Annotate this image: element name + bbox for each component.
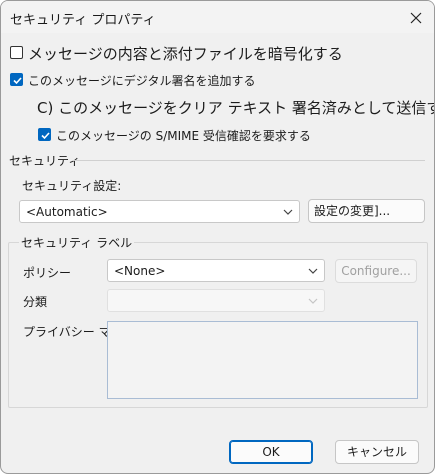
classification-dropdown[interactable] [107, 289, 325, 312]
section-divider [73, 160, 425, 161]
configure-button[interactable]: Configure... [335, 259, 417, 283]
policy-label: ポリシー [23, 266, 72, 280]
dialog-title: セキュリティ プロパティ [10, 13, 156, 28]
close-button[interactable] [404, 6, 428, 30]
encrypt-checkbox[interactable] [10, 46, 23, 59]
security-setting-value: <Automatic> [26, 205, 108, 219]
chevron-down-icon [308, 298, 318, 304]
change-settings-button[interactable]: 設定の変更]... [308, 199, 425, 223]
security-label-group-title: セキュリティ ラベル [19, 234, 135, 251]
digital-signature-label: このメッセージにデジタル署名を追加する [28, 74, 256, 88]
chevron-down-icon [283, 209, 293, 215]
checkmark-icon [41, 132, 50, 140]
privacy-mark-textarea[interactable] [107, 321, 418, 399]
policy-value: <None> [114, 264, 166, 278]
title-bar: セキュリティ プロパティ [1, 1, 434, 33]
security-setting-dropdown[interactable]: <Automatic> [19, 200, 300, 223]
policy-dropdown[interactable]: <None> [107, 259, 325, 282]
cancel-button[interactable]: キャンセル [335, 440, 419, 464]
encrypt-label: メッセージの内容と添付ファイルを暗号化する [28, 45, 343, 63]
smime-receipt-label: このメッセージの S/MIME 受信確認を要求する [56, 129, 311, 143]
chevron-down-icon [308, 268, 318, 274]
clear-text-option-label[interactable]: C) このメッセージをクリア テキスト 署名済みとして送信する [37, 97, 434, 118]
close-icon [410, 12, 422, 24]
security-properties-dialog: セキュリティ プロパティ メッセージの内容と添付ファイルを暗号化する このメッセ… [0, 0, 435, 474]
security-setting-label: セキュリティ設定: [22, 179, 122, 193]
security-section-label: セキュリティ [9, 154, 81, 168]
digital-signature-checkbox[interactable] [10, 73, 23, 86]
smime-receipt-checkbox[interactable] [38, 128, 51, 141]
ok-button[interactable]: OK [229, 440, 313, 464]
classification-label: 分類 [23, 295, 48, 309]
checkmark-icon [13, 77, 22, 85]
